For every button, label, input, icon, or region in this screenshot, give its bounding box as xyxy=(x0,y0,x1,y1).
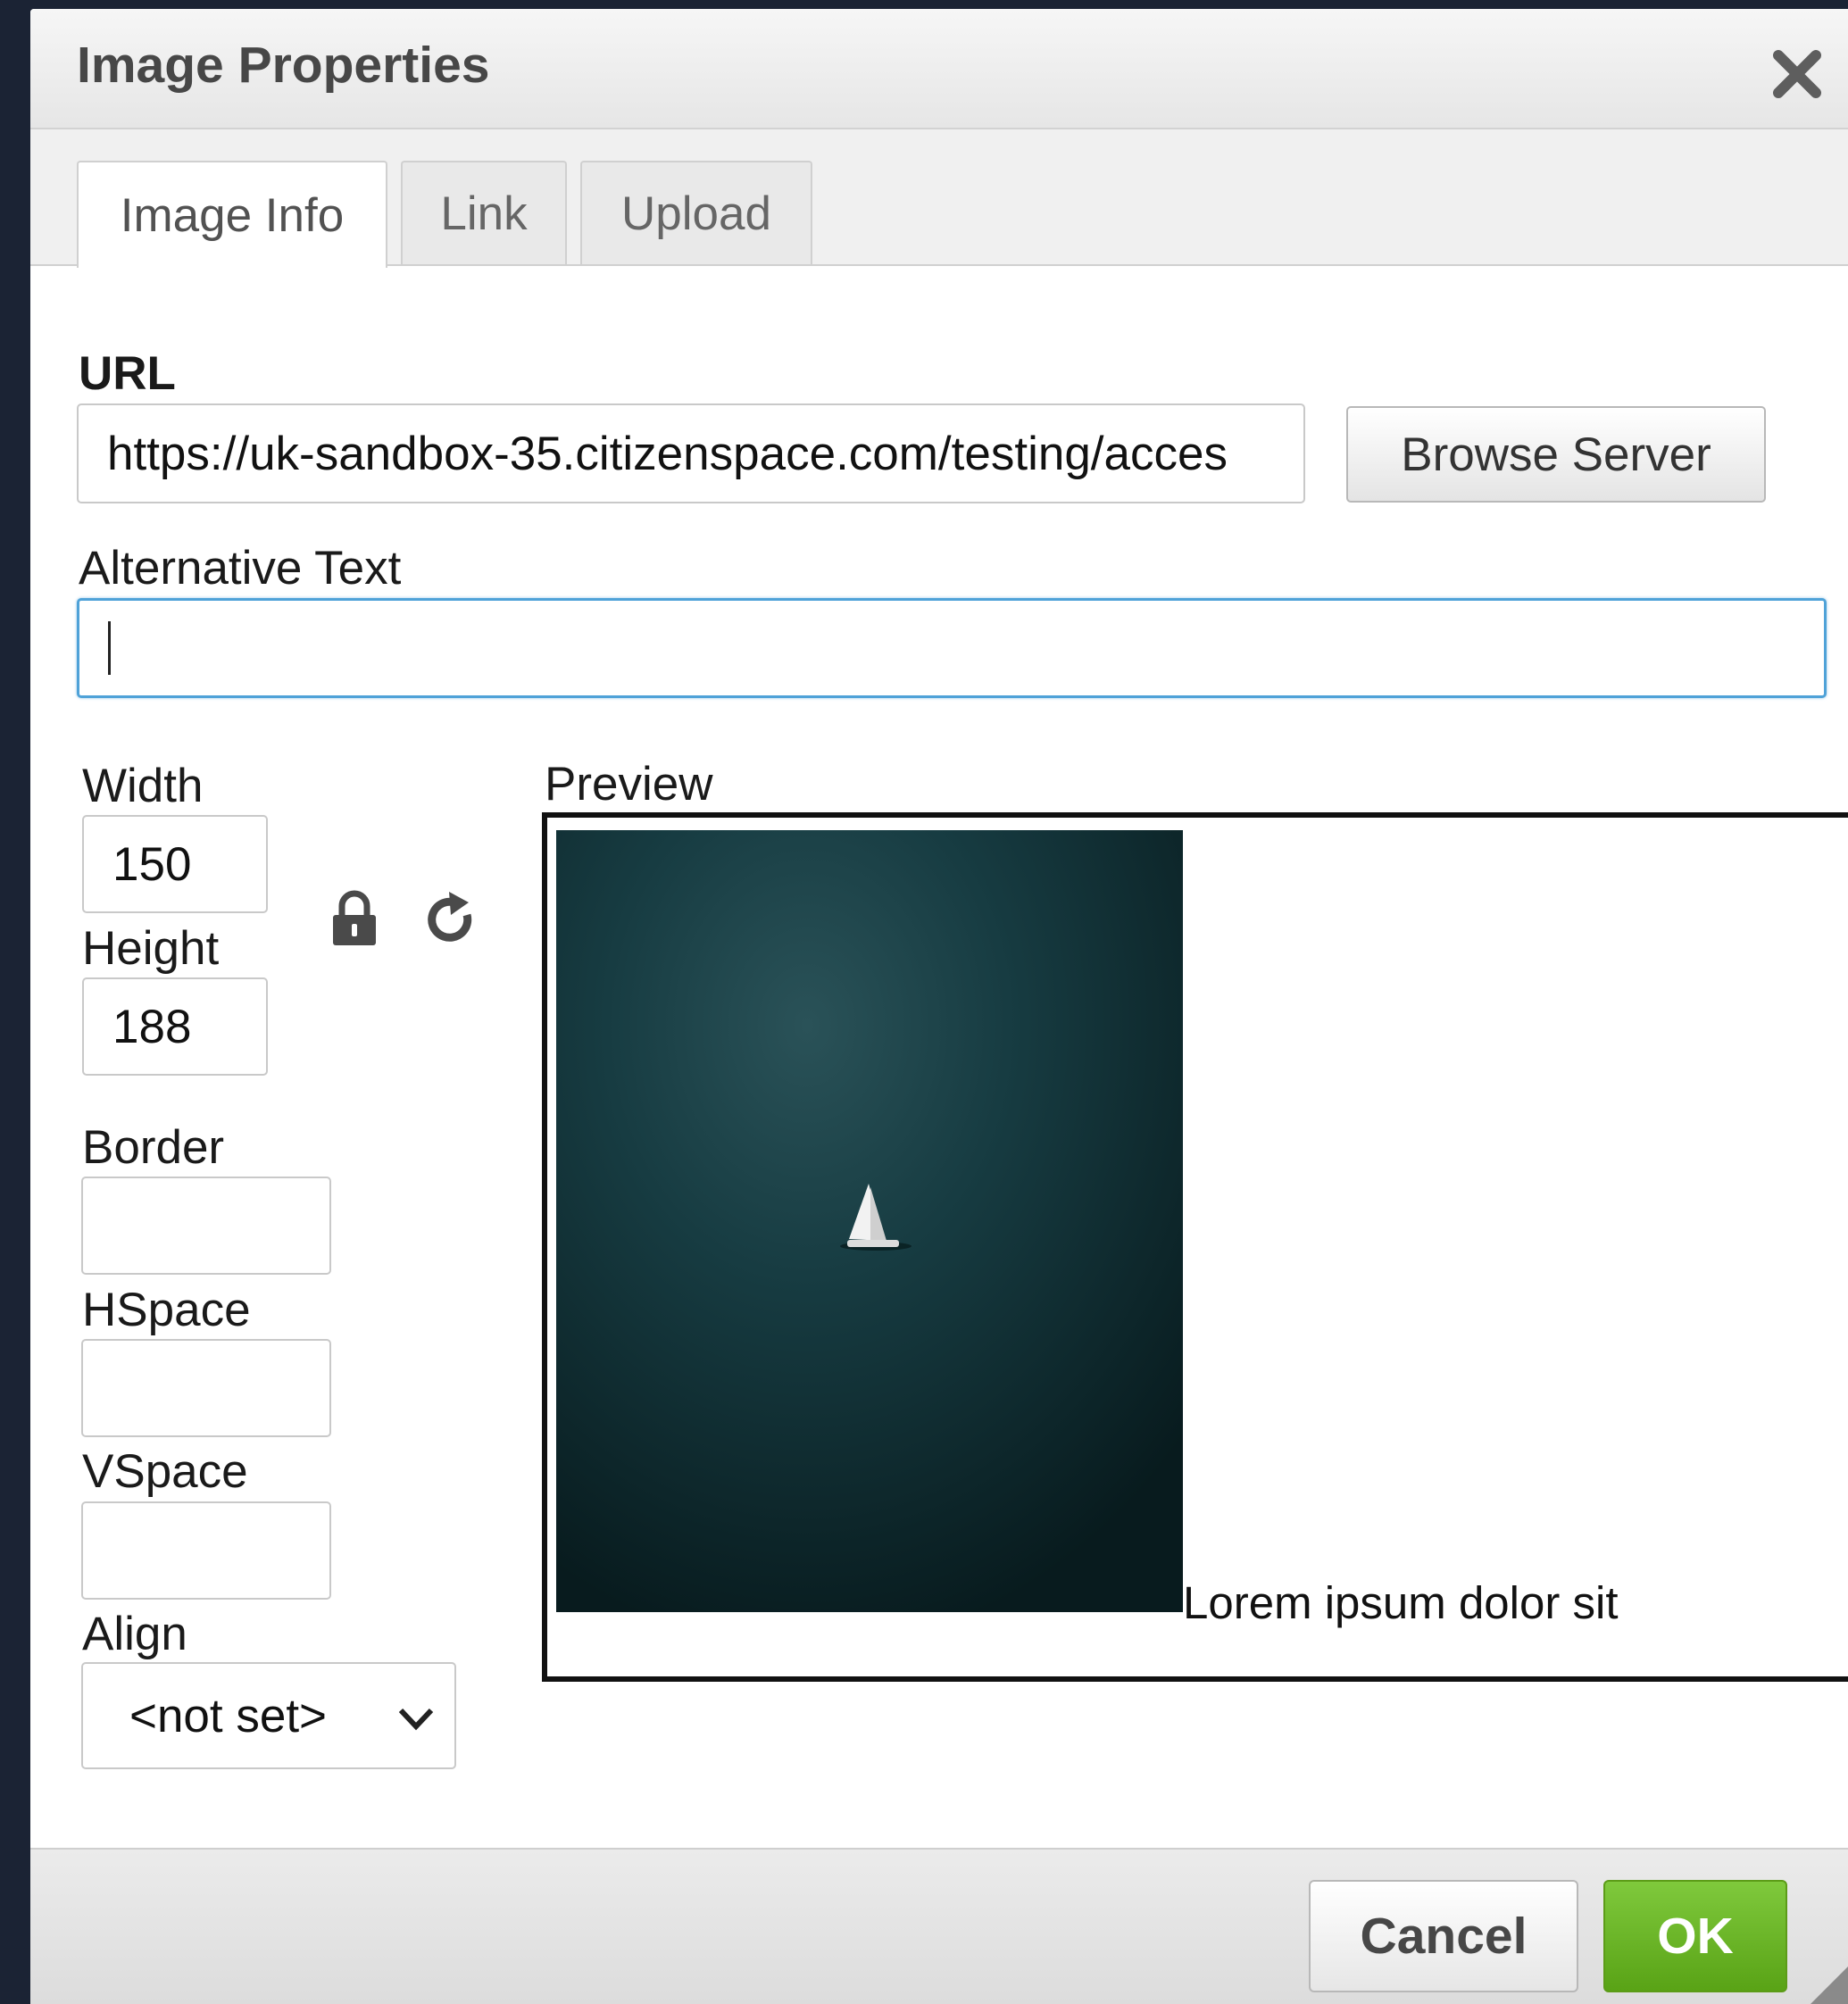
dialog-footer: Cancel OK xyxy=(30,1848,1848,2004)
browse-server-button[interactable]: Browse Server xyxy=(1346,406,1766,503)
lock-icon[interactable] xyxy=(323,888,386,951)
close-icon[interactable] xyxy=(1766,43,1828,105)
preview-image xyxy=(556,830,1183,1612)
width-label: Width xyxy=(82,760,204,812)
border-input[interactable] xyxy=(81,1177,331,1275)
hspace-input[interactable] xyxy=(81,1339,331,1437)
tab-upload[interactable]: Upload xyxy=(580,161,812,264)
reset-size-icon[interactable] xyxy=(420,888,482,951)
border-label: Border xyxy=(82,1121,225,1174)
dialog-titlebar[interactable]: Image Properties xyxy=(30,9,1848,129)
url-input-value: https://uk-sandbox-35.citizenspace.com/t… xyxy=(107,427,1228,480)
align-select-value: <not set> xyxy=(129,1690,328,1742)
browse-server-label: Browse Server xyxy=(1401,428,1711,481)
url-label: URL xyxy=(79,347,176,400)
tab-bar: Image Info Link Upload xyxy=(30,129,1848,268)
vspace-input[interactable] xyxy=(81,1501,331,1600)
vspace-label: VSpace xyxy=(82,1445,248,1498)
width-input[interactable]: 150 xyxy=(82,815,268,913)
ok-label: OK xyxy=(1657,1908,1734,1965)
preview-sample-text: Lorem ipsum dolor sit xyxy=(1183,1577,1619,1628)
dialog-title: Image Properties xyxy=(77,37,490,94)
height-value: 188 xyxy=(112,1000,192,1053)
preview-frame: Lorem ipsum dolor sit xyxy=(542,812,1848,1682)
align-select[interactable]: <not set> xyxy=(81,1662,456,1769)
resize-grip-icon[interactable] xyxy=(1809,1967,1848,2004)
url-input[interactable]: https://uk-sandbox-35.citizenspace.com/t… xyxy=(77,403,1305,503)
tab-label: Image Info xyxy=(120,188,345,242)
tab-link[interactable]: Link xyxy=(401,161,567,264)
cancel-label: Cancel xyxy=(1360,1908,1528,1965)
tab-label: Link xyxy=(440,187,528,240)
height-label: Height xyxy=(82,922,220,975)
image-properties-dialog: Image Properties Image Info Link Upload … xyxy=(30,9,1848,2004)
height-input[interactable]: 188 xyxy=(82,977,268,1076)
tab-label: Upload xyxy=(621,187,771,240)
chevron-down-icon xyxy=(394,1696,438,1741)
width-value: 150 xyxy=(112,837,192,891)
preview-label: Preview xyxy=(545,758,713,811)
alt-text-input[interactable] xyxy=(77,598,1827,698)
cancel-button[interactable]: Cancel xyxy=(1309,1880,1578,1992)
tab-image-info[interactable]: Image Info xyxy=(77,161,387,268)
alt-text-label: Alternative Text xyxy=(79,542,402,595)
hspace-label: HSpace xyxy=(82,1284,251,1336)
text-caret xyxy=(108,621,111,675)
ok-button[interactable]: OK xyxy=(1603,1880,1787,1992)
align-label: Align xyxy=(82,1608,187,1660)
